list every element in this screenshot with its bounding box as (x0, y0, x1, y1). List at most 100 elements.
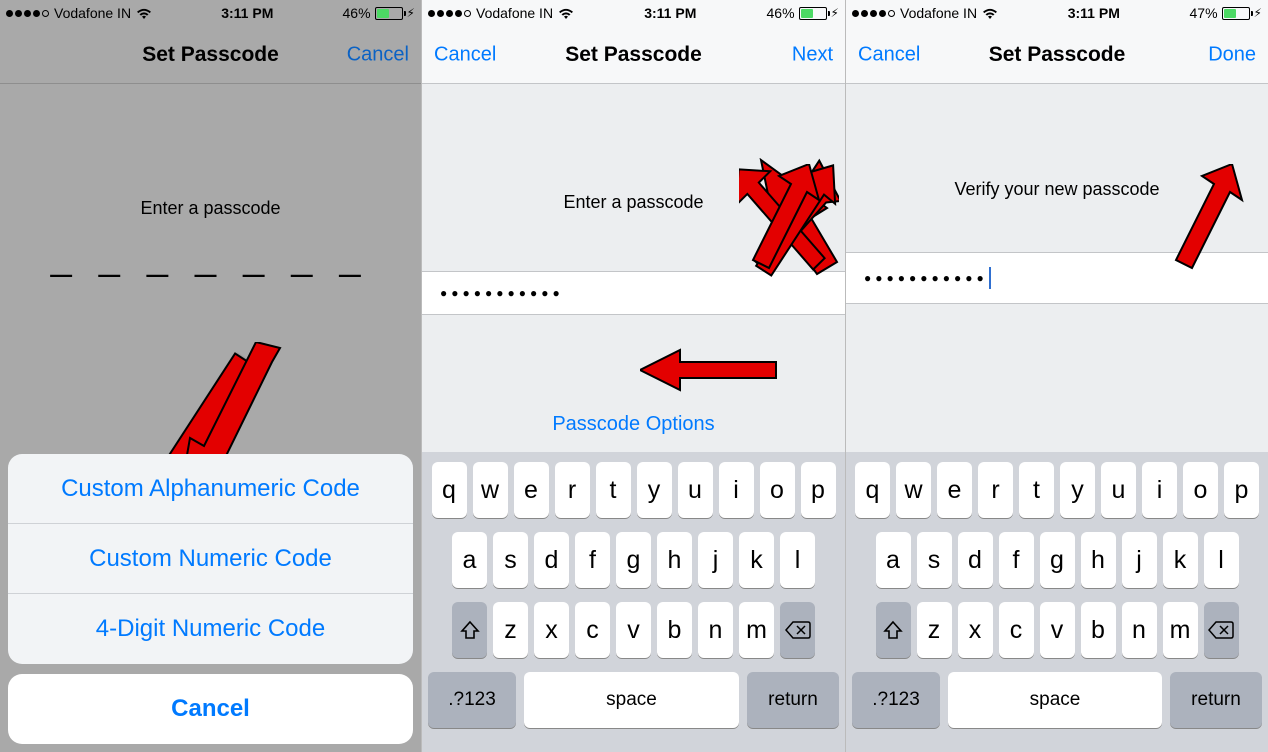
key-o[interactable]: o (760, 462, 795, 518)
space-key[interactable]: space (948, 672, 1162, 728)
key-u[interactable]: u (678, 462, 713, 518)
backspace-key[interactable] (1204, 602, 1239, 658)
key-e[interactable]: e (937, 462, 972, 518)
nav-bar: Set Passcode Cancel (0, 26, 421, 84)
key-s[interactable]: s (917, 532, 952, 588)
clock-label: 3:11 PM (644, 5, 696, 21)
key-u[interactable]: u (1101, 462, 1136, 518)
key-j[interactable]: j (698, 532, 733, 588)
key-s[interactable]: s (493, 532, 528, 588)
charging-icon: ⚡︎ (831, 6, 839, 20)
next-button[interactable]: Next (792, 43, 833, 66)
key-q[interactable]: q (432, 462, 467, 518)
clock-label: 3:11 PM (221, 5, 273, 21)
key-r[interactable]: r (555, 462, 590, 518)
key-t[interactable]: t (596, 462, 631, 518)
keyboard-row: .?123 space return (428, 672, 839, 728)
key-c[interactable]: c (999, 602, 1034, 658)
key-x[interactable]: x (534, 602, 569, 658)
option-alphanumeric[interactable]: Custom Alphanumeric Code (8, 454, 413, 524)
passcode-field[interactable]: ●●●●●●●●●●● (846, 252, 1268, 304)
phone-screen-3: Vodafone IN 3:11 PM 47% ⚡︎ Cancel Set Pa… (845, 0, 1268, 752)
key-a[interactable]: a (876, 532, 911, 588)
key-j[interactable]: j (1122, 532, 1157, 588)
key-w[interactable]: w (896, 462, 931, 518)
key-a[interactable]: a (452, 532, 487, 588)
mode-key[interactable]: .?123 (852, 672, 940, 728)
battery-icon (799, 7, 827, 20)
key-t[interactable]: t (1019, 462, 1054, 518)
clock-label: 3:11 PM (1068, 5, 1120, 21)
battery-percent: 46% (767, 5, 795, 21)
key-d[interactable]: d (534, 532, 569, 588)
key-y[interactable]: y (1060, 462, 1095, 518)
key-v[interactable]: v (1040, 602, 1075, 658)
key-l[interactable]: l (1204, 532, 1239, 588)
key-o[interactable]: o (1183, 462, 1218, 518)
option-numeric[interactable]: Custom Numeric Code (8, 524, 413, 594)
keyboard-row: zxcvbnm (428, 602, 839, 658)
mode-key[interactable]: .?123 (428, 672, 516, 728)
key-c[interactable]: c (575, 602, 610, 658)
action-sheet-cancel[interactable]: Cancel (8, 674, 413, 744)
prompt-label: Verify your new passcode (846, 179, 1268, 200)
keyboard-row: qwertyuiop (852, 462, 1262, 518)
battery-icon (375, 7, 403, 20)
key-b[interactable]: b (1081, 602, 1116, 658)
wifi-icon (982, 7, 998, 19)
key-v[interactable]: v (616, 602, 651, 658)
key-e[interactable]: e (514, 462, 549, 518)
key-n[interactable]: n (698, 602, 733, 658)
key-q[interactable]: q (855, 462, 890, 518)
shift-key[interactable] (876, 602, 911, 658)
key-i[interactable]: i (1142, 462, 1177, 518)
key-k[interactable]: k (739, 532, 774, 588)
key-f[interactable]: f (999, 532, 1034, 588)
cancel-button[interactable]: Cancel (858, 43, 920, 66)
battery-percent: 46% (343, 5, 371, 21)
option-4digit[interactable]: 4-Digit Numeric Code (8, 594, 413, 664)
key-b[interactable]: b (657, 602, 692, 658)
phone-screen-2: Vodafone IN 3:11 PM 46% ⚡︎ Cancel Set Pa… (421, 0, 845, 752)
return-key[interactable]: return (1170, 672, 1262, 728)
shift-key[interactable] (452, 602, 487, 658)
keyboard: qwertyuiop asdfghjkl zxcvbnm .?123 space… (846, 452, 1268, 752)
key-d[interactable]: d (958, 532, 993, 588)
key-z[interactable]: z (917, 602, 952, 658)
key-k[interactable]: k (1163, 532, 1198, 588)
key-h[interactable]: h (1081, 532, 1116, 588)
key-g[interactable]: g (1040, 532, 1075, 588)
passcode-field[interactable]: ●●●●●●●●●●● (422, 271, 845, 315)
key-m[interactable]: m (1163, 602, 1198, 658)
carrier-label: Vodafone IN (900, 5, 977, 21)
passcode-options-link[interactable]: Passcode Options (422, 413, 845, 436)
action-sheet: Custom Alphanumeric Code Custom Numeric … (8, 454, 413, 744)
keyboard-row: asdfghjkl (428, 532, 839, 588)
nav-bar: Cancel Set Passcode Done (846, 26, 1268, 84)
text-cursor-icon (989, 267, 991, 289)
status-bar: Vodafone IN 3:11 PM 46% ⚡︎ (422, 0, 845, 26)
done-button[interactable]: Done (1208, 43, 1256, 66)
key-y[interactable]: y (637, 462, 672, 518)
key-z[interactable]: z (493, 602, 528, 658)
backspace-key[interactable] (780, 602, 815, 658)
key-x[interactable]: x (958, 602, 993, 658)
key-f[interactable]: f (575, 532, 610, 588)
page-title: Set Passcode (142, 43, 279, 67)
key-m[interactable]: m (739, 602, 774, 658)
key-n[interactable]: n (1122, 602, 1157, 658)
space-key[interactable]: space (524, 672, 739, 728)
key-l[interactable]: l (780, 532, 815, 588)
cancel-button[interactable]: Cancel (434, 43, 496, 66)
key-g[interactable]: g (616, 532, 651, 588)
return-key[interactable]: return (747, 672, 839, 728)
key-r[interactable]: r (978, 462, 1013, 518)
keyboard-row: .?123 space return (852, 672, 1262, 728)
key-p[interactable]: p (1224, 462, 1259, 518)
key-i[interactable]: i (719, 462, 754, 518)
cancel-button[interactable]: Cancel (347, 43, 409, 66)
key-h[interactable]: h (657, 532, 692, 588)
page-title: Set Passcode (565, 43, 702, 67)
key-w[interactable]: w (473, 462, 508, 518)
key-p[interactable]: p (801, 462, 836, 518)
